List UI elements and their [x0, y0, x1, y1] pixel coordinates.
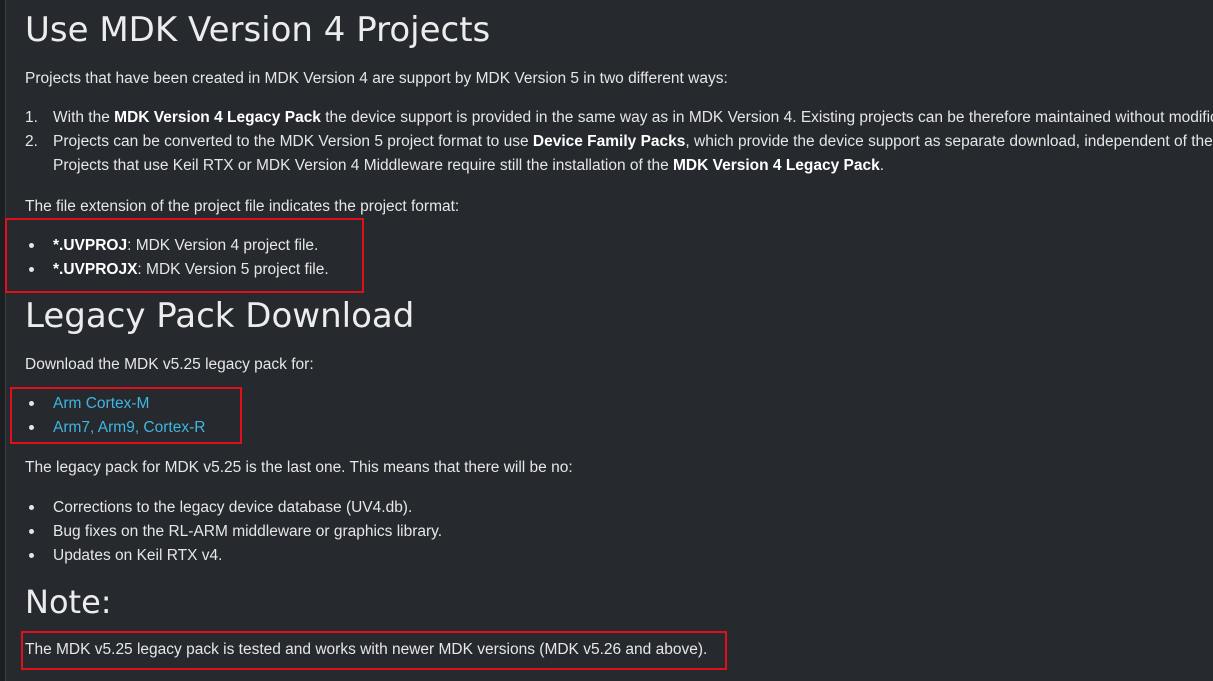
- highlight-box-note: [21, 631, 727, 670]
- list-number: 2.: [25, 133, 38, 150]
- extension-intro: The file extension of the project file i…: [25, 198, 460, 215]
- list-number: 1.: [25, 109, 38, 126]
- no-more-text: Updates on Keil RTX v4.: [53, 547, 223, 564]
- highlight-box-extensions: [5, 218, 364, 293]
- section-heading-legacy: Legacy Pack Download: [25, 296, 415, 336]
- last-pack-intro: The legacy pack for MDK v5.25 is the las…: [25, 459, 573, 476]
- bullet-icon: [29, 529, 34, 534]
- page-title: Use MDK Version 4 Projects: [25, 10, 491, 50]
- way-text-pre: With the: [53, 109, 115, 126]
- list-item-way-2: 2. Projects can be converted to the MDK …: [25, 130, 1213, 154]
- list-item-way-2-line-2: Projects that use Keil RTX or MDK Versio…: [53, 154, 884, 178]
- legacy-pack-bold: MDK Version 4 Legacy Pack: [673, 157, 880, 174]
- way-text-pre: Projects that use Keil RTX or MDK Versio…: [53, 157, 673, 174]
- way-text-pre: Projects can be converted to the MDK Ver…: [53, 133, 533, 150]
- list-item-no-more: Corrections to the legacy device databas…: [29, 496, 413, 520]
- bullet-icon: [29, 553, 34, 558]
- list-item-no-more: Bug fixes on the RL-ARM middleware or gr…: [29, 520, 443, 544]
- highlight-box-download-links: [10, 387, 242, 444]
- intro-paragraph: Projects that have been created in MDK V…: [25, 70, 728, 87]
- way-text-post: .: [879, 157, 885, 174]
- way-text-post: , which provide the device support as se…: [685, 133, 1213, 150]
- download-intro: Download the MDK v5.25 legacy pack for:: [25, 356, 314, 373]
- legacy-pack-bold: MDK Version 4 Legacy Pack: [114, 109, 321, 126]
- left-rail: [0, 0, 6, 681]
- list-item-way-1: 1. With the MDK Version 4 Legacy Pack th…: [25, 106, 1213, 130]
- bullet-icon: [29, 505, 34, 510]
- no-more-text: Bug fixes on the RL-ARM middleware or gr…: [53, 523, 443, 540]
- list-item-no-more: Updates on Keil RTX v4.: [29, 544, 223, 568]
- no-more-text: Corrections to the legacy device databas…: [53, 499, 413, 516]
- way-text-post: the device support is provided in the sa…: [320, 109, 1213, 126]
- section-heading-note: Note:: [25, 583, 112, 621]
- device-family-packs-bold: Device Family Packs: [532, 133, 686, 150]
